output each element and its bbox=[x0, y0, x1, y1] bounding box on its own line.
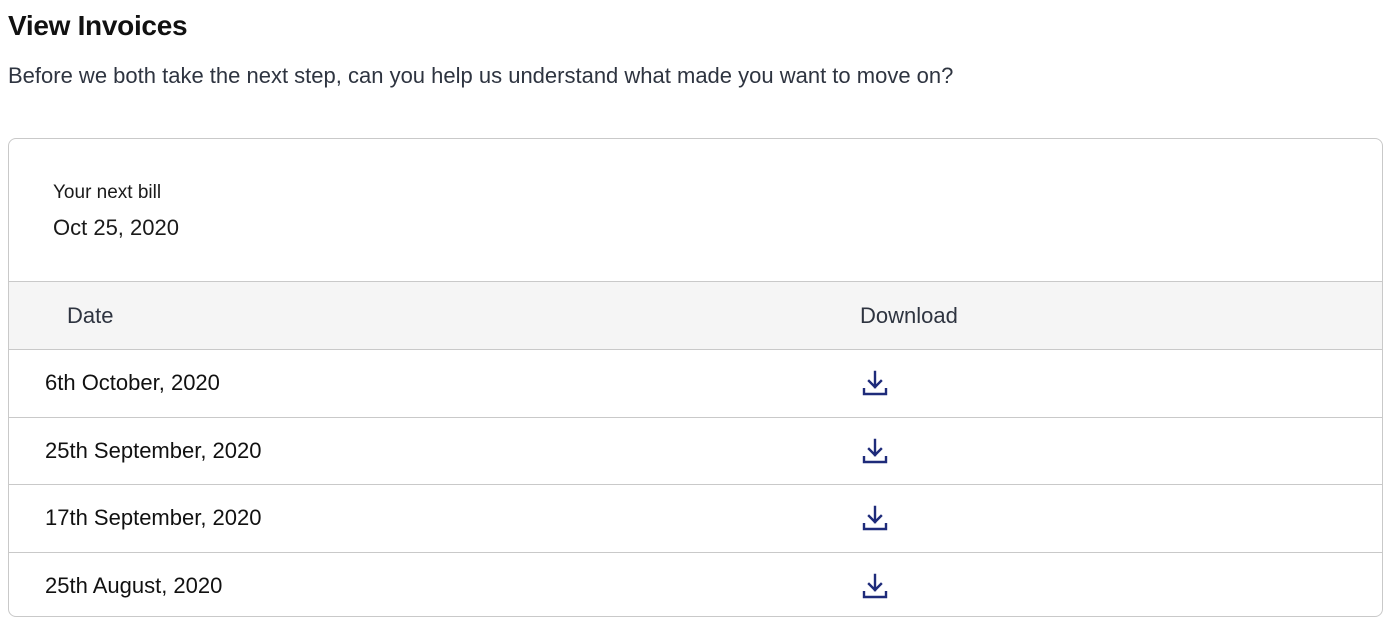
download-invoice-button[interactable] bbox=[860, 369, 890, 399]
next-bill-label: Your next bill bbox=[53, 182, 162, 203]
next-bill-section: Your next bill Oct 25, 2020 bbox=[9, 139, 1382, 282]
download-icon bbox=[862, 370, 888, 396]
download-invoice-button[interactable] bbox=[860, 572, 890, 602]
download-invoice-button[interactable] bbox=[860, 437, 890, 467]
invoice-date: 6th October, 2020 bbox=[45, 370, 220, 395]
table-row: 17th September, 2020 bbox=[9, 485, 1382, 553]
download-invoice-button[interactable] bbox=[860, 504, 890, 534]
next-bill-date: Oct 25, 2020 bbox=[53, 215, 179, 240]
table-row: 25th August, 2020 bbox=[9, 553, 1382, 617]
column-header-date: Date bbox=[67, 303, 114, 328]
invoices-table-body: 6th October, 2020 25th September, 2020 1… bbox=[9, 350, 1382, 617]
column-header-download: Download bbox=[860, 303, 958, 328]
invoices-table-header: Date Download bbox=[9, 282, 1382, 350]
page-subtitle: Before we both take the next step, can y… bbox=[8, 63, 954, 88]
table-row: 6th October, 2020 bbox=[9, 350, 1382, 418]
download-icon bbox=[862, 505, 888, 531]
download-icon bbox=[862, 573, 888, 598]
table-row: 25th September, 2020 bbox=[9, 418, 1382, 485]
invoice-date: 25th September, 2020 bbox=[45, 437, 262, 463]
page-title: View Invoices bbox=[8, 10, 188, 41]
invoice-date: 25th August, 2020 bbox=[45, 572, 223, 598]
invoices-card: Your next bill Oct 25, 2020 Date Downloa… bbox=[8, 138, 1383, 617]
download-icon bbox=[862, 438, 888, 463]
invoice-date: 17th September, 2020 bbox=[45, 505, 262, 530]
